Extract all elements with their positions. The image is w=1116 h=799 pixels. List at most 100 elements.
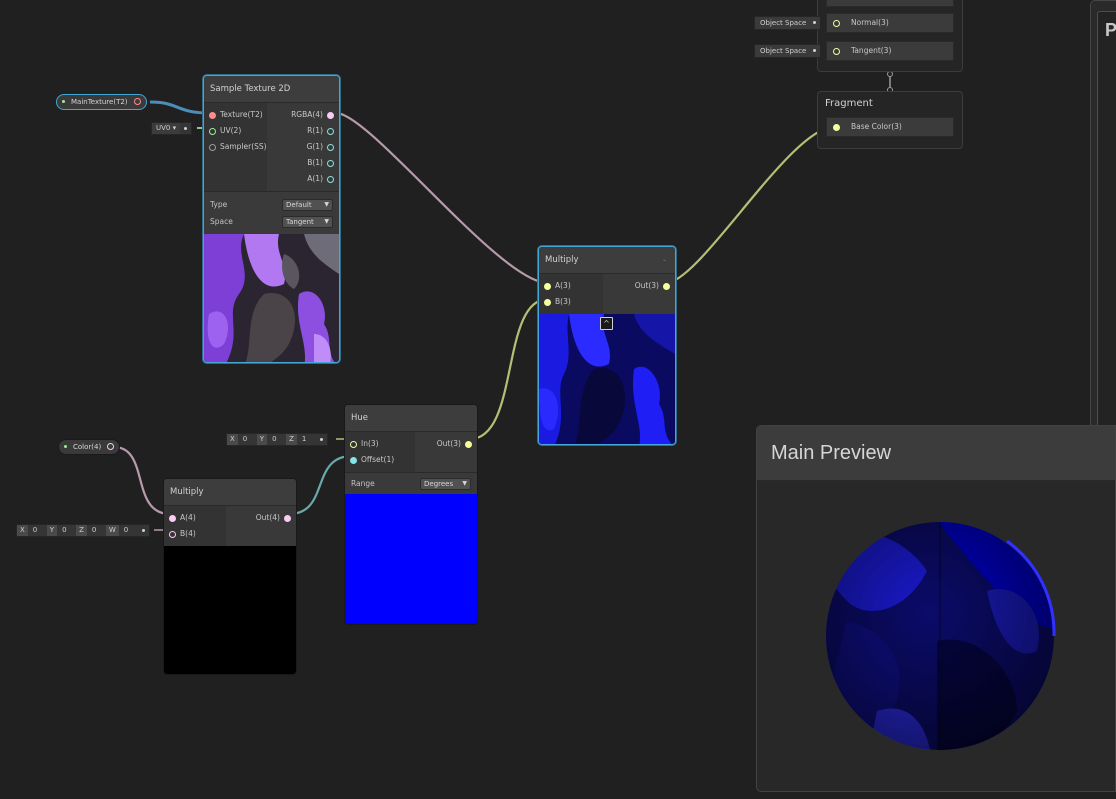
- x-field[interactable]: 0: [239, 434, 257, 445]
- port-texture[interactable]: Texture(T2): [204, 107, 267, 123]
- range-label: Range: [351, 479, 375, 488]
- port-texture-icon[interactable]: [209, 112, 216, 119]
- inspector-title: P: [1105, 20, 1116, 40]
- vertex-slot-position[interactable]: [826, 0, 954, 7]
- hue-node[interactable]: Hue In(3) Offset(1) Out(3) Range Degrees…: [344, 404, 478, 625]
- node-title: Multiply: [164, 479, 296, 506]
- port-b-icon[interactable]: [327, 160, 334, 167]
- y-field[interactable]: 0: [58, 525, 76, 536]
- wire-multiply-to-basecolor: [665, 125, 835, 285]
- x-field[interactable]: 0: [29, 525, 47, 536]
- vertex-slot-normal[interactable]: Normal(3): [826, 13, 954, 33]
- wire-maintexture-to-texture: [149, 100, 211, 115]
- port-uv[interactable]: UV(2): [204, 123, 267, 139]
- connector-dot-icon: [184, 127, 188, 130]
- port-g[interactable]: G(1): [267, 139, 339, 155]
- uv-dropdown[interactable]: UV0 ▾: [152, 123, 181, 134]
- connector-dot-icon: [813, 49, 817, 52]
- range-dropdown[interactable]: Degrees ▼: [420, 477, 471, 490]
- port-sampler[interactable]: Sampler(SS): [204, 139, 267, 155]
- property-dot-icon: [62, 100, 65, 103]
- port-b[interactable]: B(1): [267, 155, 339, 171]
- port-rgba[interactable]: RGBA(4): [267, 107, 339, 123]
- main-preview-panel[interactable]: Main Preview: [756, 425, 1116, 792]
- port-sampler-icon[interactable]: [209, 144, 216, 151]
- normal-space-field[interactable]: Object Space: [754, 16, 822, 30]
- multiply-b-default-fields[interactable]: X0 Y0 Z0 W0: [16, 524, 150, 537]
- port-out-icon[interactable]: [663, 283, 670, 290]
- tangent-space-field[interactable]: Object Space: [754, 44, 822, 58]
- multiply-node-bottom[interactable]: Multiply A(4) B(4) Out(4): [163, 478, 297, 675]
- port-r[interactable]: R(1): [267, 123, 339, 139]
- port-normal-icon[interactable]: [833, 20, 840, 27]
- node-title: Sample Texture 2D: [204, 76, 339, 103]
- maintexture-property-node[interactable]: MainTexture(T2): [56, 94, 147, 110]
- node-title: Multiply ⌄: [539, 247, 675, 274]
- chevron-down-icon: ▼: [324, 217, 329, 225]
- port-b[interactable]: B(3): [539, 294, 603, 310]
- connector-dot-icon: [141, 529, 145, 532]
- connector-dot-icon: [319, 438, 323, 441]
- port-a-icon[interactable]: [544, 283, 551, 290]
- port-out[interactable]: Out(3): [603, 278, 675, 294]
- connector-dot-icon: [813, 21, 817, 24]
- port-in-icon[interactable]: [350, 441, 357, 448]
- port-a[interactable]: A(1): [267, 171, 339, 187]
- wire-hue-to-b: [469, 297, 549, 441]
- main-preview-title: Main Preview: [757, 426, 1115, 481]
- port-out[interactable]: Out(3): [415, 436, 477, 452]
- type-dropdown[interactable]: Default ▼: [282, 198, 333, 211]
- color-property-node[interactable]: Color(4): [58, 439, 121, 455]
- multiply-bottom-preview: [164, 546, 296, 674]
- port-in[interactable]: In(3): [345, 436, 415, 452]
- chevron-down-icon: ▼: [324, 200, 329, 208]
- multiply-preview: ^: [539, 314, 675, 444]
- fragment-slot-base-color[interactable]: Base Color(3): [826, 117, 954, 137]
- fragment-title: Fragment: [825, 98, 873, 109]
- port-a-icon[interactable]: [169, 515, 176, 522]
- port-rgba-icon[interactable]: [327, 112, 334, 119]
- node-title: Hue: [345, 405, 477, 432]
- port-g-icon[interactable]: [327, 144, 334, 151]
- hue-preview: [345, 494, 477, 624]
- z-field[interactable]: 1: [298, 434, 316, 445]
- port-a[interactable]: A(3): [539, 278, 603, 294]
- main-preview-sphere[interactable]: [757, 481, 1116, 792]
- vertex-block: Normal(3) Tangent(3): [817, 0, 963, 72]
- multiply-node-top[interactable]: Multiply ⌄ A(3) B(3) Out(3) ^: [538, 246, 676, 445]
- w-field[interactable]: 0: [120, 525, 138, 536]
- type-label: Type: [210, 200, 228, 209]
- port-base-color-icon[interactable]: [833, 124, 840, 131]
- port-b-icon[interactable]: [544, 299, 551, 306]
- space-dropdown[interactable]: Tangent ▼: [282, 215, 333, 228]
- port-offset-icon[interactable]: [350, 457, 357, 464]
- vertex-slot-tangent[interactable]: Tangent(3): [826, 41, 954, 61]
- uv-field[interactable]: UV0 ▾: [151, 122, 193, 135]
- port-a-icon[interactable]: [327, 176, 334, 183]
- chevron-down-icon[interactable]: ⌄: [662, 247, 667, 273]
- port-out-icon[interactable]: [284, 515, 291, 522]
- port-out[interactable]: Out(4): [226, 510, 296, 526]
- chevron-down-icon: ▼: [462, 479, 467, 487]
- y-field[interactable]: 0: [268, 434, 286, 445]
- wire-rgba-to-a: [335, 111, 549, 285]
- output-port-icon[interactable]: [107, 443, 115, 450]
- port-uv-icon[interactable]: [209, 128, 216, 135]
- port-tangent-icon[interactable]: [833, 48, 840, 55]
- hue-in-default-fields[interactable]: X0 Y0 Z1: [226, 433, 328, 446]
- property-label: Color(4): [73, 443, 102, 451]
- port-b-icon[interactable]: [169, 531, 176, 538]
- port-r-icon[interactable]: [327, 128, 334, 135]
- port-a[interactable]: A(4): [164, 510, 226, 526]
- port-out-icon[interactable]: [465, 441, 472, 448]
- output-port-icon[interactable]: [133, 98, 141, 105]
- collapse-arrow-icon[interactable]: ^: [600, 317, 613, 330]
- texture-preview: [204, 234, 339, 362]
- wire-multiply-to-offset: [288, 454, 353, 516]
- z-field[interactable]: 0: [88, 525, 106, 536]
- property-label: MainTexture(T2): [71, 98, 128, 106]
- sample-texture-2d-node[interactable]: Sample Texture 2D Texture(T2) UV(2) Samp…: [203, 75, 340, 363]
- port-b[interactable]: B(4): [164, 526, 226, 542]
- space-label: Space: [210, 217, 233, 226]
- port-offset[interactable]: Offset(1): [345, 452, 415, 468]
